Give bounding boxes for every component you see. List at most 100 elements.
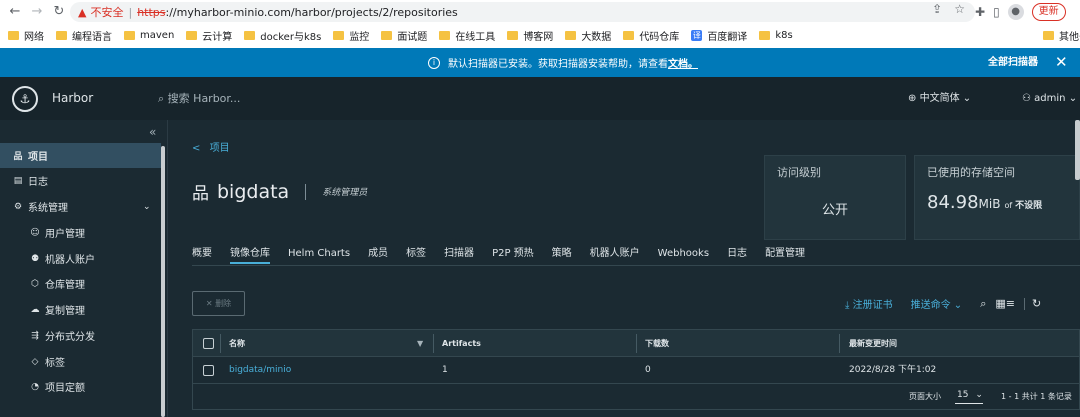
breadcrumb-projects[interactable]: 项目 <box>210 143 230 154</box>
scan-all-link[interactable]: 全部扫描器 <box>988 48 1038 77</box>
bookmark-label: 在线工具 <box>455 31 496 43</box>
folder-icon <box>623 30 635 40</box>
user-menu[interactable]: ⚇ admin ⌄ <box>1022 77 1077 120</box>
bookmark-item[interactable]: 监控 <box>333 28 369 43</box>
project-tab[interactable]: 镜像仓库 <box>230 238 270 264</box>
banner-message: 默认扫描器已安装。获取扫描器安装帮助，请查看 <box>448 59 668 70</box>
sidebar-item[interactable]: ☺ 用户管理 <box>0 220 161 245</box>
register-cert-link[interactable]: ⤓ 注册证书 <box>845 296 893 311</box>
access-level-title: 访问级别 <box>777 166 821 179</box>
brand-name[interactable]: Harbor <box>52 77 93 120</box>
bookmark-item[interactable]: 在线工具 <box>439 28 495 43</box>
bookmark-item[interactable]: k8s <box>759 29 793 41</box>
storage-card: 已使用的存储空间 84.98MiB of 不设限 <box>914 155 1080 240</box>
chevron-down-icon[interactable]: ⌄ <box>143 202 151 212</box>
project-tab[interactable]: Webhooks <box>658 238 709 264</box>
push-command-dropdown[interactable]: 推送命令 ⌄ <box>911 296 963 311</box>
page-scrollbar[interactable] <box>1075 120 1080 180</box>
bookmark-item[interactable]: 编程语言 <box>56 28 112 43</box>
language-selector[interactable]: ⊕ 中文简体 ⌄ <box>908 77 971 120</box>
reload-icon[interactable]: ↻ <box>52 5 66 19</box>
sidebar-item-label: 项目 <box>28 152 48 163</box>
bookmark-label: 面试题 <box>397 31 428 43</box>
storage-of: of <box>1004 201 1013 210</box>
repositories-table: 名称 ▼ Artifacts 下载数 最新变更时间 bigdata/minio … <box>192 329 1080 410</box>
column-updated[interactable]: 最新变更时间 <box>849 330 897 357</box>
bookmark-label: 博客网 <box>523 31 554 43</box>
bookmark-item[interactable]: 代码仓库 <box>623 28 679 43</box>
sidebar-item[interactable]: ⚉ 机器人账户 <box>0 246 161 271</box>
column-artifacts[interactable]: Artifacts <box>442 330 481 357</box>
sidebar-item[interactable]: ⬡ 仓库管理 <box>0 271 161 296</box>
bookmark-label: k8s <box>775 29 793 41</box>
bookmark-label: maven <box>140 29 175 41</box>
project-tab[interactable]: 配置管理 <box>765 238 805 264</box>
bookmark-label: 代码仓库 <box>639 31 680 43</box>
project-tab[interactable]: 扫描器 <box>444 238 474 264</box>
filter-icon[interactable]: ▼ <box>417 330 423 357</box>
delete-button[interactable]: ✕ 删除 <box>192 291 245 316</box>
close-icon[interactable]: ✕ <box>1055 48 1068 77</box>
bookmark-item[interactable]: maven <box>124 30 174 41</box>
url-scheme: https <box>137 5 166 19</box>
banner-doc-link[interactable]: 文档。 <box>668 55 698 70</box>
sidebar-item[interactable]: ☁ 复制管理 <box>0 297 161 322</box>
select-all-checkbox[interactable] <box>203 338 214 349</box>
sidebar-item[interactable]: 品项目 <box>0 143 161 168</box>
sidebar-scrollbar[interactable] <box>161 146 165 417</box>
row-checkbox[interactable] <box>203 365 214 376</box>
page-size-select[interactable]: 15 ⌄ <box>955 387 983 404</box>
project-tab[interactable]: 成员 <box>368 238 388 264</box>
sidebar-item[interactable]: ▤ 日志 <box>0 168 161 193</box>
search-placeholder: 搜索 Harbor... <box>167 92 241 105</box>
star-icon[interactable]: ☆ <box>954 2 965 16</box>
registry-icon: ⬡ <box>31 278 39 289</box>
profile-avatar[interactable]: ● <box>1007 4 1024 20</box>
sidebar-item[interactable]: ◇ 标签 <box>0 349 161 374</box>
sidepanel-icon[interactable]: ▯ <box>993 5 1000 19</box>
project-tab[interactable]: 日志 <box>727 238 747 264</box>
bookmark-item[interactable]: 大数据 <box>565 28 611 43</box>
share-icon[interactable]: ⇪ <box>932 2 942 16</box>
repo-name-link[interactable]: bigdata/minio <box>229 357 291 384</box>
sidebar-item[interactable]: ⚙ 系统管理 ⌄ <box>0 194 161 219</box>
column-name[interactable]: 名称 <box>229 330 245 357</box>
project-tab[interactable]: P2P 预热 <box>492 238 534 264</box>
breadcrumb[interactable]: < 项目 <box>192 139 230 154</box>
project-tab[interactable]: Helm Charts <box>288 238 350 264</box>
column-pulls[interactable]: 下载数 <box>645 330 669 357</box>
card-view-icon[interactable]: ▦≡ <box>995 297 1015 310</box>
table-row[interactable]: bigdata/minio 1 0 2022/8/28 下午1:02 <box>193 357 1079 384</box>
address-bar[interactable]: ▲ 不安全 | https ://myharbor-minio.com/harb… <box>70 2 975 22</box>
chevron-down-icon: ⌄ <box>1068 93 1078 104</box>
back-chevron-icon: < <box>192 143 201 154</box>
project-tab[interactable]: 标签 <box>406 238 426 264</box>
bookmark-item[interactable]: docker与k8s <box>244 28 321 43</box>
collapse-icon[interactable]: « <box>149 125 156 139</box>
forward-icon[interactable]: → <box>30 5 44 19</box>
back-icon[interactable]: ← <box>8 5 22 19</box>
sidebar-item[interactable]: ◔ 项目定额 <box>0 374 161 399</box>
folder-icon <box>8 30 19 40</box>
project-tab[interactable]: 策略 <box>552 238 572 264</box>
bookmark-item[interactable]: 网络 <box>8 28 44 43</box>
refresh-icon[interactable]: ↻ <box>1032 297 1041 310</box>
bookmark-label: 监控 <box>349 31 370 43</box>
folder-icon <box>1043 30 1054 40</box>
sidebar-item-label: 标签 <box>45 358 65 369</box>
project-tab[interactable]: 概要 <box>192 238 212 264</box>
url-separator: | <box>128 5 133 19</box>
sidebar-item[interactable]: ⇶ 分布式分发 <box>0 323 161 348</box>
extensions-icon[interactable]: ✚ <box>975 5 985 19</box>
update-button[interactable]: 更新 <box>1031 3 1066 21</box>
chevron-down-icon: ⌄ <box>953 300 963 311</box>
bookmark-item[interactable]: 博客网 <box>507 28 553 43</box>
other-bookmarks[interactable]: 其他书签 <box>1035 24 1080 46</box>
bookmark-item[interactable]: 云计算 <box>186 28 232 43</box>
project-tab[interactable]: 机器人账户 <box>590 238 640 264</box>
harbor-logo-icon[interactable]: ⚓ <box>12 86 38 112</box>
bookmark-item[interactable]: 译百度翻译 <box>691 28 747 43</box>
search-icon[interactable]: ⌕ <box>980 297 986 311</box>
search-input[interactable]: ⌕ 搜索 Harbor... <box>158 77 240 120</box>
bookmark-item[interactable]: 面试题 <box>381 28 427 43</box>
